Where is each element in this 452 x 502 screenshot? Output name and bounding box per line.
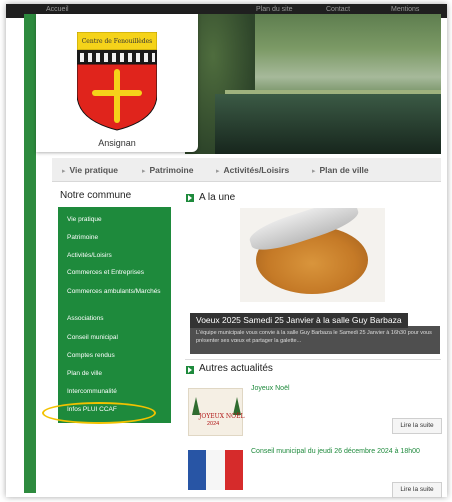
sidebar-item-plan-de-ville[interactable]: Plan de ville bbox=[67, 370, 167, 378]
left-green-band bbox=[24, 14, 36, 493]
hero-banner-image bbox=[185, 14, 441, 154]
coat-of-arms-icon: Centre de Fenouillèdes bbox=[77, 32, 157, 131]
sidebar-title: Notre commune bbox=[60, 190, 132, 201]
chevron-right-icon: ▸ bbox=[216, 168, 220, 175]
news-thumbnail-noel[interactable]: JOYEUX NOËL 2024 bbox=[188, 388, 245, 436]
sidebar-item-patrimoine[interactable]: Patrimoine bbox=[67, 234, 167, 242]
nav-item-vie-pratique[interactable]: ▸ Vie pratique bbox=[62, 165, 118, 175]
nav-item-activites[interactable]: ▸ Activités/Loisirs bbox=[216, 165, 289, 175]
town-name: Ansignan bbox=[98, 138, 136, 148]
galette-image[interactable] bbox=[240, 208, 385, 302]
sidebar-item-intercommunalite[interactable]: Intercommunalité bbox=[67, 388, 167, 396]
topbar-link-sitemap[interactable]: Plan du site bbox=[256, 6, 293, 13]
thumb-text: JOYEUX NOËL bbox=[199, 413, 245, 420]
chevron-right-icon: ▸ bbox=[142, 168, 146, 175]
nav-item-plan-de-ville[interactable]: ▸ Plan de ville bbox=[312, 165, 369, 175]
divider bbox=[185, 359, 441, 360]
read-more-button[interactable]: Lire la suite bbox=[392, 418, 442, 434]
sidebar-item-associations[interactable]: Associations bbox=[67, 315, 167, 323]
sidebar-item-conseil-municipal[interactable]: Conseil municipal bbox=[67, 334, 167, 342]
logo-card[interactable]: Centre de Fenouillèdes Ansignan bbox=[36, 14, 198, 152]
topbar-link-home[interactable]: Accueil bbox=[46, 6, 69, 13]
nav-item-patrimoine[interactable]: ▸ Patrimoine bbox=[142, 165, 193, 175]
featured-title[interactable]: Voeux 2025 Samedi 25 Janvier à la salle … bbox=[190, 313, 408, 328]
play-icon bbox=[186, 366, 194, 374]
topbar-link-legal[interactable]: Mentions bbox=[391, 6, 419, 13]
main-nav: ▸ Vie pratique ▸ Patrimoine ▸ Activités/Loi… bbox=[52, 158, 441, 182]
thumb-year: 2024 bbox=[207, 421, 220, 427]
topbar-link-contact[interactable]: Contact bbox=[326, 6, 350, 13]
sidebar-menu: Vie pratique Patrimoine Activités/Loisir… bbox=[58, 207, 171, 423]
sidebar-item-vie-pratique[interactable]: Vie pratique bbox=[67, 216, 167, 224]
crest-motto: Centre de Fenouillèdes bbox=[82, 38, 153, 45]
sidebar-item-activites[interactable]: Activités/Loisirs bbox=[67, 252, 167, 260]
news-title-conseil[interactable]: Conseil municipal du jeudi 26 décembre 2… bbox=[251, 448, 420, 455]
chevron-right-icon: ▸ bbox=[312, 168, 316, 175]
sidebar-item-commerces-entreprises[interactable]: Commerces et Entreprises bbox=[67, 269, 167, 277]
featured-summary: L'équipe municipale vous convie à la sal… bbox=[196, 330, 432, 344]
chevron-right-icon: ▸ bbox=[62, 168, 66, 175]
autres-actualites-title: Autres actualités bbox=[199, 363, 273, 374]
play-icon bbox=[186, 194, 194, 202]
news-title-noel[interactable]: Joyeux Noël bbox=[251, 385, 290, 392]
highlight-ellipse bbox=[42, 402, 156, 424]
a-la-une-title: A la une bbox=[199, 192, 236, 203]
read-more-button[interactable]: Lire la suite bbox=[392, 482, 442, 498]
news-thumbnail-conseil[interactable] bbox=[188, 450, 243, 490]
sidebar-item-commerces-ambulants[interactable]: Commerces ambulants/Marchés bbox=[67, 288, 167, 296]
sidebar-item-comptes-rendus[interactable]: Comptes rendus bbox=[67, 352, 167, 360]
